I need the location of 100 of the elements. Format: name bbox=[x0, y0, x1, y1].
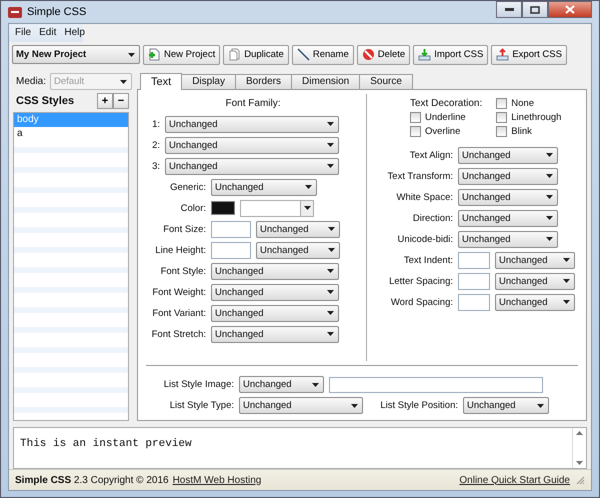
toolbar-button[interactable]: Rename bbox=[292, 44, 354, 65]
tab[interactable]: Text bbox=[140, 72, 182, 90]
dropdown[interactable]: Unchanged bbox=[211, 262, 339, 280]
tab[interactable]: Display bbox=[181, 74, 236, 89]
caret-icon bbox=[327, 143, 334, 148]
dropdown[interactable]: Unchanged bbox=[495, 252, 575, 269]
caret-icon bbox=[327, 290, 334, 294]
caret-icon bbox=[304, 206, 310, 210]
maximize-button[interactable] bbox=[522, 1, 548, 18]
field-label: List Style Type: bbox=[168, 400, 234, 412]
input-field[interactable] bbox=[458, 272, 490, 290]
field-label: Font Variant: bbox=[151, 308, 206, 319]
tab[interactable]: Source bbox=[359, 74, 413, 89]
color-input[interactable] bbox=[240, 200, 314, 217]
caret-icon bbox=[327, 332, 334, 336]
caret-icon bbox=[328, 248, 335, 252]
dropdown[interactable]: Unchanged bbox=[458, 168, 558, 185]
menu-item[interactable]: Edit bbox=[35, 27, 60, 38]
dropdown[interactable]: Unchanged bbox=[165, 136, 339, 154]
tab[interactable]: Dimension bbox=[291, 74, 360, 89]
scroll-down-icon[interactable] bbox=[576, 461, 583, 466]
checkbox-label: Linethrough bbox=[511, 112, 562, 123]
input-field[interactable] bbox=[458, 252, 490, 269]
dropdown[interactable]: Unchanged bbox=[458, 230, 558, 248]
section-heading: Font Family: bbox=[224, 96, 282, 111]
caret-icon bbox=[546, 237, 553, 242]
field-label: 1: bbox=[151, 118, 160, 130]
caret-icon bbox=[546, 216, 553, 220]
dropdown[interactable]: Unchanged bbox=[239, 397, 363, 414]
checkbox-label: Overline bbox=[425, 126, 460, 137]
field-label: 2: bbox=[151, 140, 160, 151]
dropdown[interactable]: Unchanged bbox=[495, 272, 575, 290]
field-label: Color: bbox=[180, 202, 206, 214]
dropdown[interactable]: Unchanged bbox=[239, 376, 324, 394]
maximize-icon bbox=[530, 6, 540, 14]
checkbox-label: Blink bbox=[511, 126, 532, 137]
menu-item[interactable]: Help bbox=[60, 27, 89, 38]
hosting-link[interactable]: HostM Web Hosting bbox=[172, 474, 262, 486]
dropdown[interactable]: Unchanged bbox=[458, 146, 558, 164]
caret-icon bbox=[128, 52, 135, 57]
dropdown[interactable]: Unchanged bbox=[256, 220, 340, 238]
checkbox[interactable] bbox=[496, 98, 508, 109]
field-label: Text Indent: bbox=[402, 254, 453, 266]
guide-link[interactable]: Online Quick Start Guide bbox=[459, 474, 570, 486]
tray-arrow-icon bbox=[418, 48, 432, 62]
field-label: Text Align: bbox=[408, 150, 453, 161]
toolbar-button[interactable]: Delete bbox=[356, 44, 410, 65]
caret-icon bbox=[563, 258, 570, 262]
remove-button[interactable]: − bbox=[113, 92, 129, 109]
field-label: Line Height: bbox=[154, 244, 206, 256]
app-icon bbox=[8, 6, 22, 18]
menu-item[interactable]: File bbox=[11, 27, 36, 38]
caret-icon bbox=[546, 153, 553, 158]
field-label: 3: bbox=[151, 160, 160, 172]
scroll-up-icon[interactable] bbox=[576, 431, 583, 436]
field-label: List Style Image: bbox=[162, 379, 234, 390]
dropdown[interactable]: Unchanged bbox=[165, 116, 339, 133]
dropdown[interactable]: Unchanged bbox=[458, 188, 558, 206]
field-label: Font Weight: bbox=[151, 286, 206, 298]
caret-icon bbox=[327, 311, 334, 316]
input-field[interactable] bbox=[211, 220, 251, 238]
minimize-icon bbox=[504, 8, 514, 11]
caret-icon bbox=[327, 122, 334, 126]
dropdown[interactable]: Unchanged bbox=[256, 242, 340, 259]
tray-arrow-icon bbox=[496, 48, 510, 62]
checkbox[interactable] bbox=[410, 126, 421, 137]
tab[interactable]: Borders bbox=[234, 74, 292, 89]
dropdown[interactable]: Unchanged bbox=[211, 284, 339, 301]
toolbar-button[interactable]: New Project bbox=[143, 44, 220, 65]
input-field[interactable] bbox=[211, 242, 251, 259]
checkbox-label: None bbox=[511, 98, 534, 109]
close-button[interactable] bbox=[548, 1, 592, 18]
toolbar-button[interactable]: Duplicate bbox=[223, 44, 289, 65]
toolbar-button[interactable]: Import CSS bbox=[413, 44, 488, 65]
add-button[interactable]: + bbox=[97, 92, 113, 109]
field-label: Font Size: bbox=[162, 224, 206, 235]
field-label: Word Spacing: bbox=[390, 296, 453, 308]
pages-icon bbox=[228, 48, 242, 62]
field-label: Text Transform: bbox=[386, 170, 453, 182]
minimize-button[interactable] bbox=[496, 1, 522, 18]
dropdown[interactable]: Unchanged bbox=[495, 294, 575, 311]
input-field[interactable] bbox=[329, 376, 543, 393]
dropdown[interactable]: Unchanged bbox=[211, 304, 339, 322]
dropdown[interactable]: Unchanged bbox=[458, 210, 558, 227]
caret-icon bbox=[328, 227, 335, 232]
checkbox[interactable] bbox=[496, 112, 508, 123]
caret-icon bbox=[305, 185, 312, 190]
field-label: Letter Spacing: bbox=[388, 276, 453, 287]
caret-icon bbox=[120, 80, 128, 84]
checkbox[interactable] bbox=[496, 126, 508, 137]
toolbar-button[interactable]: Export CSS bbox=[491, 44, 567, 65]
color-swatch[interactable] bbox=[211, 201, 235, 216]
dropdown[interactable]: Unchanged bbox=[463, 397, 549, 414]
dropdown[interactable]: Unchanged bbox=[211, 178, 317, 196]
project-dropdown[interactable]: My New Project bbox=[12, 45, 140, 64]
dropdown[interactable]: Unchanged bbox=[211, 326, 339, 343]
dropdown[interactable]: Unchanged bbox=[165, 158, 339, 175]
checkbox[interactable] bbox=[410, 112, 421, 123]
resize-grip-icon[interactable] bbox=[576, 476, 585, 485]
input-field[interactable] bbox=[458, 294, 490, 311]
